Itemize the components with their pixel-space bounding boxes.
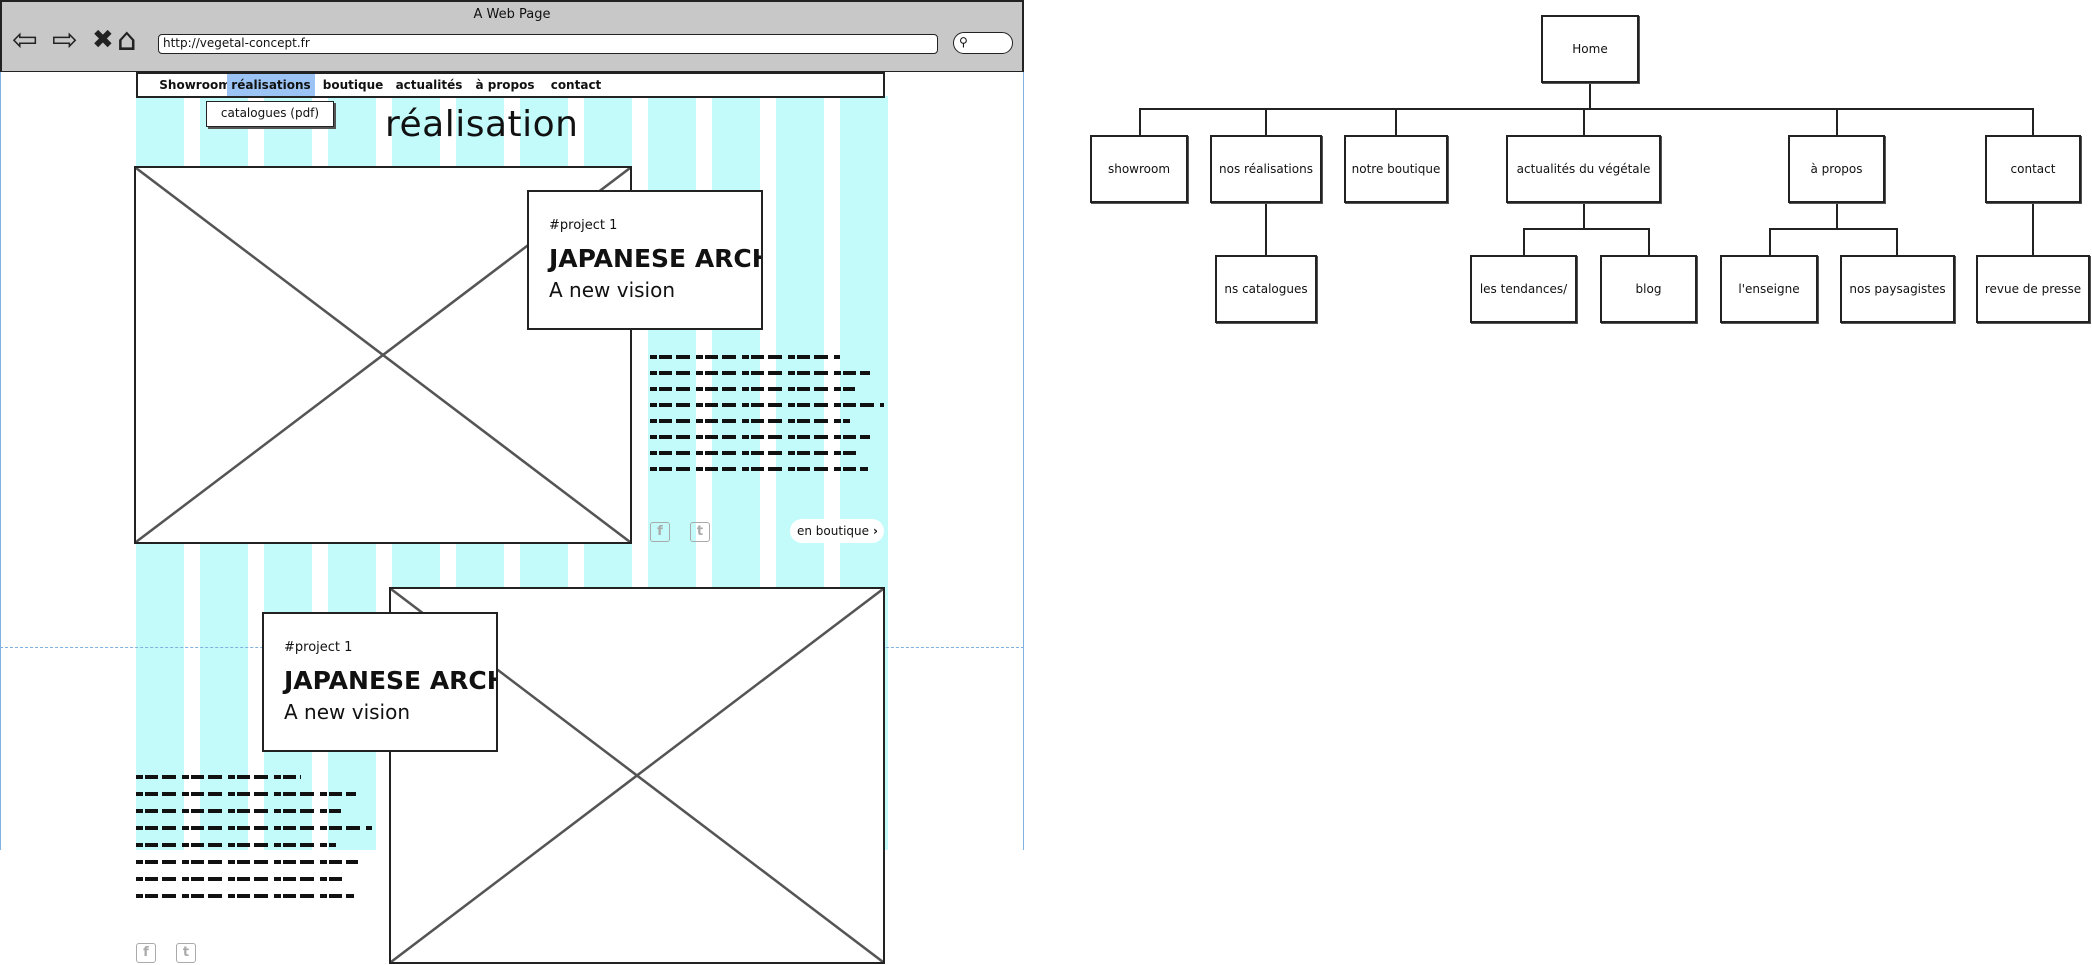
text-line [650,419,850,423]
project-title: JAPANESE ARCHITECTURE [284,666,496,695]
text-line [650,435,870,439]
project-card[interactable]: #project 1 JAPANESE ARCHITECTURE A new v… [262,612,498,752]
dropdown-item-catalogues[interactable]: catalogues (pdf) [206,101,334,127]
stop-icon[interactable]: ✖ [92,23,114,57]
sitemap-edge [1139,108,1141,135]
window-title: A Web Page [473,7,551,22]
sitemap-node-paysagistes[interactable]: nos paysagistes [1840,255,1955,323]
sitemap-edge [1648,228,1650,255]
url-bar[interactable]: http://vegetal-concept.fr [158,34,938,54]
project-title: JAPANESE ARCHITECTURE [549,244,761,273]
twitter-icon[interactable]: t [690,522,710,542]
home-icon[interactable]: ⌂ [117,23,137,57]
text-line [136,826,372,830]
text-line [650,451,860,455]
page-title: réalisation [385,104,579,145]
sitemap-edge [1769,228,1898,230]
sitemap-edge [1523,228,1525,255]
sitemap-edge [1896,228,1898,255]
sitemap-node-realisations[interactable]: nos réalisations [1210,135,1322,203]
sitemap-edge [1836,108,1838,135]
sitemap-edge [1583,202,1585,229]
sitemap-node-home[interactable]: Home [1541,15,1639,83]
sitemap-node-boutique[interactable]: notre boutique [1344,135,1448,203]
sitemap-edge [1139,108,2034,110]
sitemap-node-showroom[interactable]: showroom [1090,135,1188,203]
sitemap-node-tendances[interactable]: les tendances/ [1470,255,1577,323]
text-line [136,894,354,898]
sitemap-edge [1265,202,1267,256]
search-icon: ⚲ [959,35,968,49]
sitemap-edge [2032,202,2034,256]
sitemap-edge [1769,228,1771,255]
project-tag: #project 1 [549,218,618,233]
menu-item-realisations[interactable]: réalisations [227,74,315,96]
menu-item-boutique[interactable]: boutique [322,74,384,96]
sitemap-node-a-propos[interactable]: à propos [1788,135,1885,203]
chevron-right-icon: › [873,524,878,538]
browser-chrome: A Web Page ⇦ ⇨ ✖ ⌂ http://vegetal-concep… [0,0,1024,72]
sitemap-edge [1523,228,1650,230]
text-line [650,403,884,407]
text-line [650,355,840,359]
text-line [136,843,336,847]
main-menu: Showroom réalisations boutique actualité… [136,72,885,98]
sitemap-node-contact[interactable]: contact [1985,135,2081,203]
sitemap-edge [2032,108,2034,135]
project-subtitle: A new vision [284,700,411,724]
text-line [136,809,341,813]
en-boutique-label: en boutique [797,524,870,538]
sitemap-node-enseigne[interactable]: l'enseigne [1720,255,1818,323]
text-line [650,371,870,375]
sitemap-edge [1836,202,1838,229]
sitemap-edge [1583,108,1585,135]
project-tag: #project 1 [284,640,353,655]
twitter-icon[interactable]: t [176,943,196,963]
text-line [136,860,358,864]
text-line [136,775,301,779]
text-line [136,877,346,881]
sitemap-node-actualites[interactable]: actualités du végétale [1506,135,1661,203]
browser-search-box[interactable]: ⚲ [953,32,1013,54]
en-boutique-button[interactable]: en boutique › [790,519,884,543]
project-subtitle: A new vision [549,278,676,302]
sitemap-node-blog[interactable]: blog [1600,255,1697,323]
facebook-icon[interactable]: f [136,943,156,963]
back-arrow-icon[interactable]: ⇦ [12,23,38,57]
menu-item-actualites[interactable]: actualités [394,74,464,96]
facebook-icon[interactable]: f [650,522,670,542]
menu-item-a-propos[interactable]: à propos [474,74,536,96]
forward-arrow-icon[interactable]: ⇨ [52,23,78,57]
text-line [650,387,855,391]
sitemap-edge [1589,82,1591,109]
sitemap-edge [1395,108,1397,135]
sitemap-node-revue-de-presse[interactable]: revue de presse [1976,255,2090,323]
text-line [136,792,356,796]
project-card[interactable]: #project 1 JAPANESE ARCHITECTURE A new v… [527,190,763,330]
sitemap-node-catalogues[interactable]: ns catalogues [1215,255,1317,323]
text-line [650,467,868,471]
menu-item-contact[interactable]: contact [548,74,604,96]
sitemap-edge [1265,108,1267,135]
